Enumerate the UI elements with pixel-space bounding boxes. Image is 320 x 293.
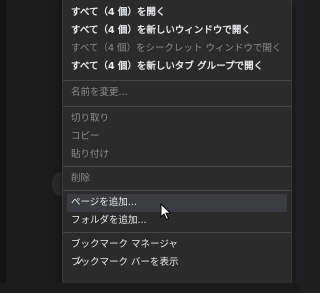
menu-separator: [63, 106, 291, 107]
mouse-cursor-icon: [160, 202, 172, 221]
menu-item-add-page[interactable]: ページを追加...: [67, 194, 287, 212]
checkmark-icon: ✓: [76, 257, 85, 268]
menu-item-label: ページを追加...: [71, 197, 137, 208]
window-bottom-edge: [0, 283, 300, 293]
menu-item-label: コピー: [71, 131, 100, 142]
menu-separator: [63, 232, 291, 233]
browser-background: [0, 0, 66, 293]
bookmark-context-menu: すべて（4 個）を開く すべて（4 個）を新しいウィンドウで開く すべて（4 個…: [62, 0, 292, 284]
window-edge: [0, 0, 6, 293]
menu-separator: [63, 190, 291, 191]
menu-item-label: 貼り付け: [71, 149, 110, 160]
menu-separator: [63, 80, 291, 81]
menu-item-label: ブックマーク マネージャ: [71, 239, 178, 250]
menu-item-cut: 切り取り: [67, 110, 287, 128]
menu-item-add-folder[interactable]: フォルダを追加...: [67, 212, 287, 230]
menu-item-open-all-tab-group[interactable]: すべて（4 個）を新しいタブ グループで開く: [67, 58, 287, 76]
menu-item-delete: 削除: [67, 170, 287, 188]
menu-item-label: 削除: [71, 173, 91, 184]
menu-item-label: ブックマーク バーを表示: [71, 257, 179, 268]
menu-item-open-all-incognito: すべて（4 個）をシークレット ウィンドウで開く: [67, 40, 287, 58]
menu-separator: [63, 166, 291, 167]
menu-item-rename: 名前を変更...: [67, 84, 287, 102]
menu-item-open-all[interactable]: すべて（4 個）を開く: [67, 4, 287, 22]
menu-item-bookmark-manager[interactable]: ブックマーク マネージャ: [67, 236, 287, 254]
menu-item-label: すべて（4 個）を開く: [71, 7, 166, 18]
menu-item-label: すべて（4 個）を新しいウィンドウで開く: [71, 25, 251, 36]
menu-item-label: すべて（4 個）をシークレット ウィンドウで開く: [71, 43, 282, 54]
menu-item-label: 切り取り: [71, 113, 110, 124]
menu-item-paste: 貼り付け: [67, 146, 287, 164]
screen: すべて（4 個）を開く すべて（4 個）を新しいウィンドウで開く すべて（4 個…: [0, 0, 300, 293]
menu-item-open-all-new-window[interactable]: すべて（4 個）を新しいウィンドウで開く: [67, 22, 287, 40]
menu-item-show-bookmark-bar[interactable]: ブックマーク バーを表示: [67, 254, 287, 272]
menu-item-label: すべて（4 個）を新しいタブ グループで開く: [71, 61, 264, 72]
menu-item-label: フォルダを追加...: [71, 215, 147, 226]
menu-item-copy: コピー: [67, 128, 287, 146]
menu-item-label: 名前を変更...: [71, 87, 128, 98]
